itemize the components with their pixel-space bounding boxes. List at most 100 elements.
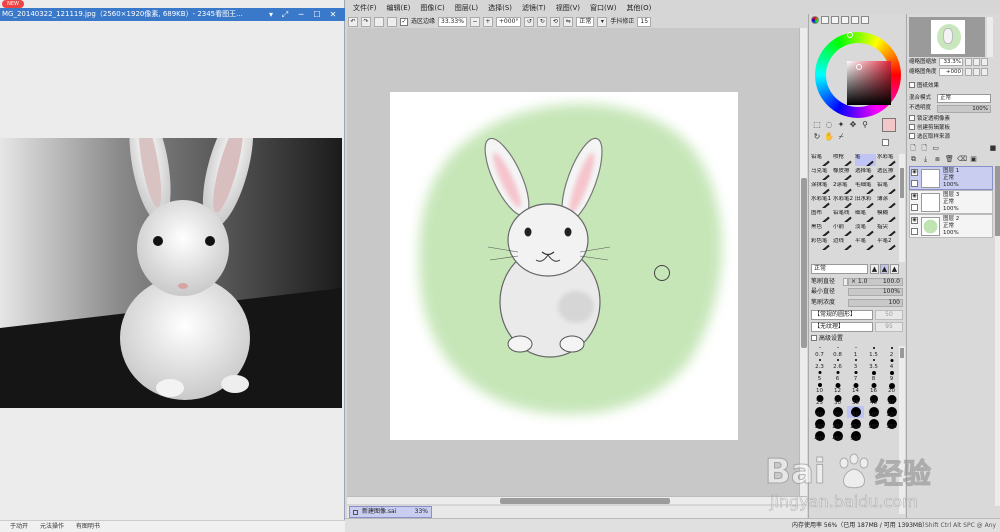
navigator-rotate-reset-icon[interactable]: [981, 68, 988, 76]
chevron-down-icon[interactable]: ▾: [597, 16, 608, 27]
close-icon[interactable]: ✕: [326, 8, 340, 21]
rgb-slider-mode-icon[interactable]: [821, 16, 829, 24]
new-layer-icon[interactable]: 🗋: [909, 144, 917, 153]
brush-size-preset[interactable]: 35: [847, 394, 864, 406]
blend-mode-select[interactable]: 正常: [576, 16, 595, 27]
menu-view[interactable]: 视图(V): [556, 2, 580, 14]
navigator-rotate-right-icon[interactable]: [973, 68, 980, 76]
brush-tool-item[interactable]: 模糊: [877, 210, 898, 222]
saturation-value-square[interactable]: [847, 61, 891, 105]
rect-select-icon[interactable]: ⬚: [812, 120, 822, 130]
lock-icon[interactable]: [911, 204, 918, 211]
navigator-rotate-left-icon[interactable]: [965, 68, 972, 76]
brush-tool-item[interactable]: 选区擦: [877, 168, 898, 180]
menu-image[interactable]: 图像(C): [420, 2, 444, 14]
brush-size-preset[interactable]: 60: [811, 406, 828, 418]
brush-texture-strength[interactable]: 95: [875, 322, 903, 332]
hsv-slider-mode-icon[interactable]: [831, 16, 839, 24]
brush-size-preset[interactable]: 10: [811, 382, 828, 394]
layer-list-scrollbar[interactable]: [995, 166, 1000, 506]
chevron-down-icon[interactable]: ▾: [264, 8, 278, 21]
brush-size-preset[interactable]: 14: [847, 382, 864, 394]
clear-layer-icon[interactable]: ⌫: [957, 155, 967, 164]
layer-item[interactable]: ◉ 图层 3 正常 100%: [909, 190, 993, 214]
lock-icon[interactable]: [911, 180, 918, 187]
selection-edge-checkbox[interactable]: ✓: [400, 17, 408, 26]
brush-tool-item[interactable]: 平笔: [855, 238, 876, 250]
viewer-status-item[interactable]: 有图明书: [76, 523, 100, 530]
rotate-icon[interactable]: ↻: [812, 132, 822, 142]
redo-icon[interactable]: ↷: [361, 16, 371, 27]
reset-rotation-icon[interactable]: ⟲: [550, 16, 561, 27]
brush-tool-item[interactable]: 水彩笔: [877, 154, 898, 166]
minimize-icon[interactable]: ─: [294, 8, 308, 21]
scrollbar-thumb[interactable]: [801, 178, 807, 348]
brush-grid-scrollbar[interactable]: [899, 154, 905, 262]
scratchpad-mode-icon[interactable]: [861, 16, 869, 24]
zoom-in-icon[interactable]: +: [482, 16, 493, 27]
brush-size-preset[interactable]: 3.5: [865, 358, 882, 370]
brush-shape-strength[interactable]: 50: [875, 310, 903, 320]
brush-size-preset[interactable]: 100: [865, 406, 882, 418]
maximize-icon[interactable]: ☐: [310, 8, 324, 21]
canvas-vertical-scrollbar[interactable]: [799, 28, 807, 496]
zoom-field[interactable]: 33.33%: [438, 16, 467, 27]
brush-size-preset[interactable]: 0.7: [811, 346, 828, 358]
eyedropper-icon[interactable]: ⌿: [836, 132, 846, 142]
layer-options-icon[interactable]: ■: [989, 144, 997, 153]
brush-tool-item[interactable]: 喷枪: [833, 154, 854, 166]
brush-size-preset[interactable]: 6: [829, 370, 846, 382]
brush-tool-item[interactable]: 指尖: [877, 224, 898, 236]
color-wheel-mode-icon[interactable]: [811, 16, 819, 24]
shape-sharp-icon[interactable]: ▲: [870, 264, 879, 274]
brush-tool-item[interactable]: 边线: [833, 238, 854, 250]
brush-tool-item[interactable]: 铅笔: [811, 154, 832, 166]
brush-tool-item[interactable]: 黑色: [811, 224, 832, 236]
brush-size-preset[interactable]: 350: [883, 418, 899, 430]
canvas-area[interactable]: [347, 28, 799, 496]
layer-item[interactable]: ◉ 图层 1 正常 100%: [909, 166, 993, 190]
brush-tool-item[interactable]: 铅笔: [877, 182, 898, 194]
delete-layer-icon[interactable]: 🗑: [945, 155, 954, 164]
navigator-zoom-in-icon[interactable]: [973, 58, 980, 66]
lasso-icon[interactable]: ◌: [824, 120, 834, 130]
navigator-angle-field[interactable]: +000: [939, 68, 963, 76]
brush-size-preset[interactable]: 25: [811, 394, 828, 406]
merge-down-icon[interactable]: ⤓: [921, 155, 930, 164]
rotate-left-icon[interactable]: ↺: [524, 16, 535, 27]
fullscreen-icon[interactable]: ⤢: [278, 8, 292, 21]
brush-size-preset[interactable]: 1.5: [865, 346, 882, 358]
brush-size-preset[interactable]: 50: [883, 394, 899, 406]
invert-selection-icon[interactable]: [387, 16, 397, 27]
brush-size-preset[interactable]: 7: [847, 370, 864, 382]
brush-size-preset[interactable]: 4: [883, 358, 899, 370]
navigator-thumbnail[interactable]: [909, 17, 985, 57]
brush-tool-item[interactable]: 平笔2: [877, 238, 898, 250]
navigator-zoom-out-icon[interactable]: [965, 58, 972, 66]
brush-size-preset[interactable]: 2.3: [811, 358, 828, 370]
clipping-mask-checkbox[interactable]: [909, 124, 915, 130]
angle-field[interactable]: +000°: [495, 16, 522, 27]
hue-wheel[interactable]: [815, 32, 901, 118]
layer-item[interactable]: ◉ 图层 2 正常 100%: [909, 214, 993, 238]
brush-tool-item[interactable]: 薄涂: [877, 196, 898, 208]
brush-size-preset[interactable]: 500: [847, 430, 864, 442]
eye-icon[interactable]: ◉: [911, 169, 918, 176]
menu-layer[interactable]: 图层(L): [455, 2, 478, 14]
clipping-mask-row[interactable]: 创建剪辑蒙板: [909, 124, 997, 133]
paper-effects-row[interactable]: 图纸效果: [909, 82, 997, 91]
hand-icon[interactable]: ✋: [824, 132, 834, 142]
menu-other[interactable]: 其他(O): [626, 2, 651, 14]
copy-layer-icon[interactable]: ⧉: [909, 155, 918, 164]
brush-size-preset[interactable]: 80: [847, 406, 864, 418]
merge-icon[interactable]: ⧈: [933, 155, 942, 164]
brush-size-preset[interactable]: 450: [829, 430, 846, 442]
brush-size-preset[interactable]: 3: [847, 358, 864, 370]
brush-shape-select[interactable]: 【常规的圆形】: [811, 310, 873, 320]
move-icon[interactable]: ✥: [848, 120, 858, 130]
layer-opacity-slider[interactable]: 100%: [937, 105, 991, 113]
rotate-right-icon[interactable]: ↻: [537, 16, 548, 27]
navigator-zoom-field[interactable]: 33.3%: [939, 58, 963, 66]
layer-mask-icon[interactable]: ▣: [969, 155, 978, 164]
shape-medium-icon[interactable]: ▲: [880, 264, 889, 274]
